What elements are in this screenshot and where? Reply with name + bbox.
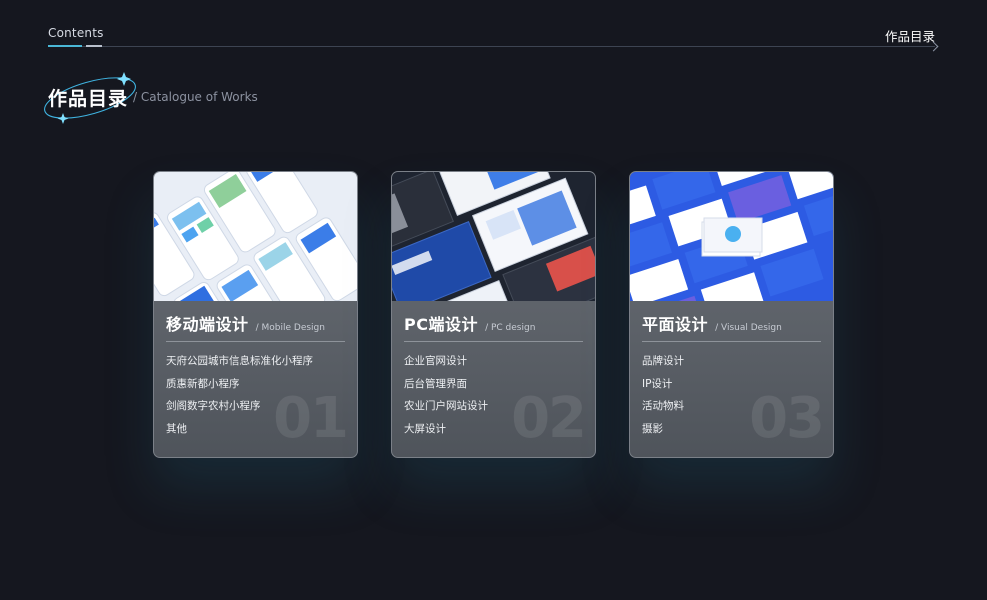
card-subtitle-text: / Visual Design [715, 323, 782, 333]
card-number: 03 [749, 386, 825, 451]
list-item[interactable]: 品牌设计 [642, 350, 684, 373]
card-pc-design[interactable]: PC端设计 / PC design 企业官网设计 后台管理界面 农业门户网站设计… [391, 171, 596, 458]
card-divider [642, 341, 821, 342]
card-item-list: 品牌设计 IP设计 活动物料 摄影 [642, 350, 684, 440]
card-title-text: 平面设计 [642, 315, 709, 334]
divider-line [48, 46, 935, 47]
mobile-design-thumbnail [154, 172, 357, 301]
pc-design-thumbnail [392, 172, 595, 301]
page-heading: 作品目录 / Catalogue of Works [44, 70, 344, 126]
list-item[interactable]: 农业门户网站设计 [404, 395, 488, 418]
card-item-list: 企业官网设计 后台管理界面 农业门户网站设计 大屏设计 [404, 350, 488, 440]
list-item[interactable]: IP设计 [642, 373, 684, 396]
progress-accent [48, 45, 82, 47]
card-subtitle-text: / PC design [485, 323, 536, 333]
section-label: 作品目录 [884, 29, 935, 44]
visual-design-thumbnail [630, 172, 833, 301]
card-number: 02 [511, 386, 587, 451]
card-divider [404, 341, 583, 342]
card-number: 01 [273, 386, 349, 451]
arrow-right-icon [928, 41, 939, 52]
card-subtitle-text: / Mobile Design [255, 323, 325, 333]
list-item[interactable]: 后台管理界面 [404, 373, 488, 396]
page-title: 作品目录 [48, 88, 129, 110]
progress-accent-secondary [86, 45, 102, 47]
list-item[interactable]: 大屏设计 [404, 418, 488, 441]
card-title: 移动端设计 / Mobile Design [166, 311, 325, 335]
contents-label: Contents [48, 26, 104, 40]
card-divider [166, 341, 345, 342]
list-item[interactable]: 企业官网设计 [404, 350, 488, 373]
list-item[interactable]: 摄影 [642, 418, 684, 441]
list-item[interactable]: 天府公园城市信息标准化小程序 [166, 350, 313, 373]
card-visual-design[interactable]: 平面设计 / Visual Design 品牌设计 IP设计 活动物料 摄影 0… [629, 171, 834, 458]
card-title-text: PC端设计 [404, 315, 478, 334]
card-title: PC端设计 / PC design [404, 311, 535, 335]
page-subtitle: / Catalogue of Works [133, 90, 258, 104]
top-bar: Contents 作品目录 [48, 26, 939, 52]
card-title: 平面设计 / Visual Design [642, 311, 782, 335]
card-mobile-design[interactable]: 移动端设计 / Mobile Design 天府公园城市信息标准化小程序 质惠新… [153, 171, 358, 458]
list-item[interactable]: 活动物料 [642, 395, 684, 418]
card-title-text: 移动端设计 [166, 315, 249, 334]
